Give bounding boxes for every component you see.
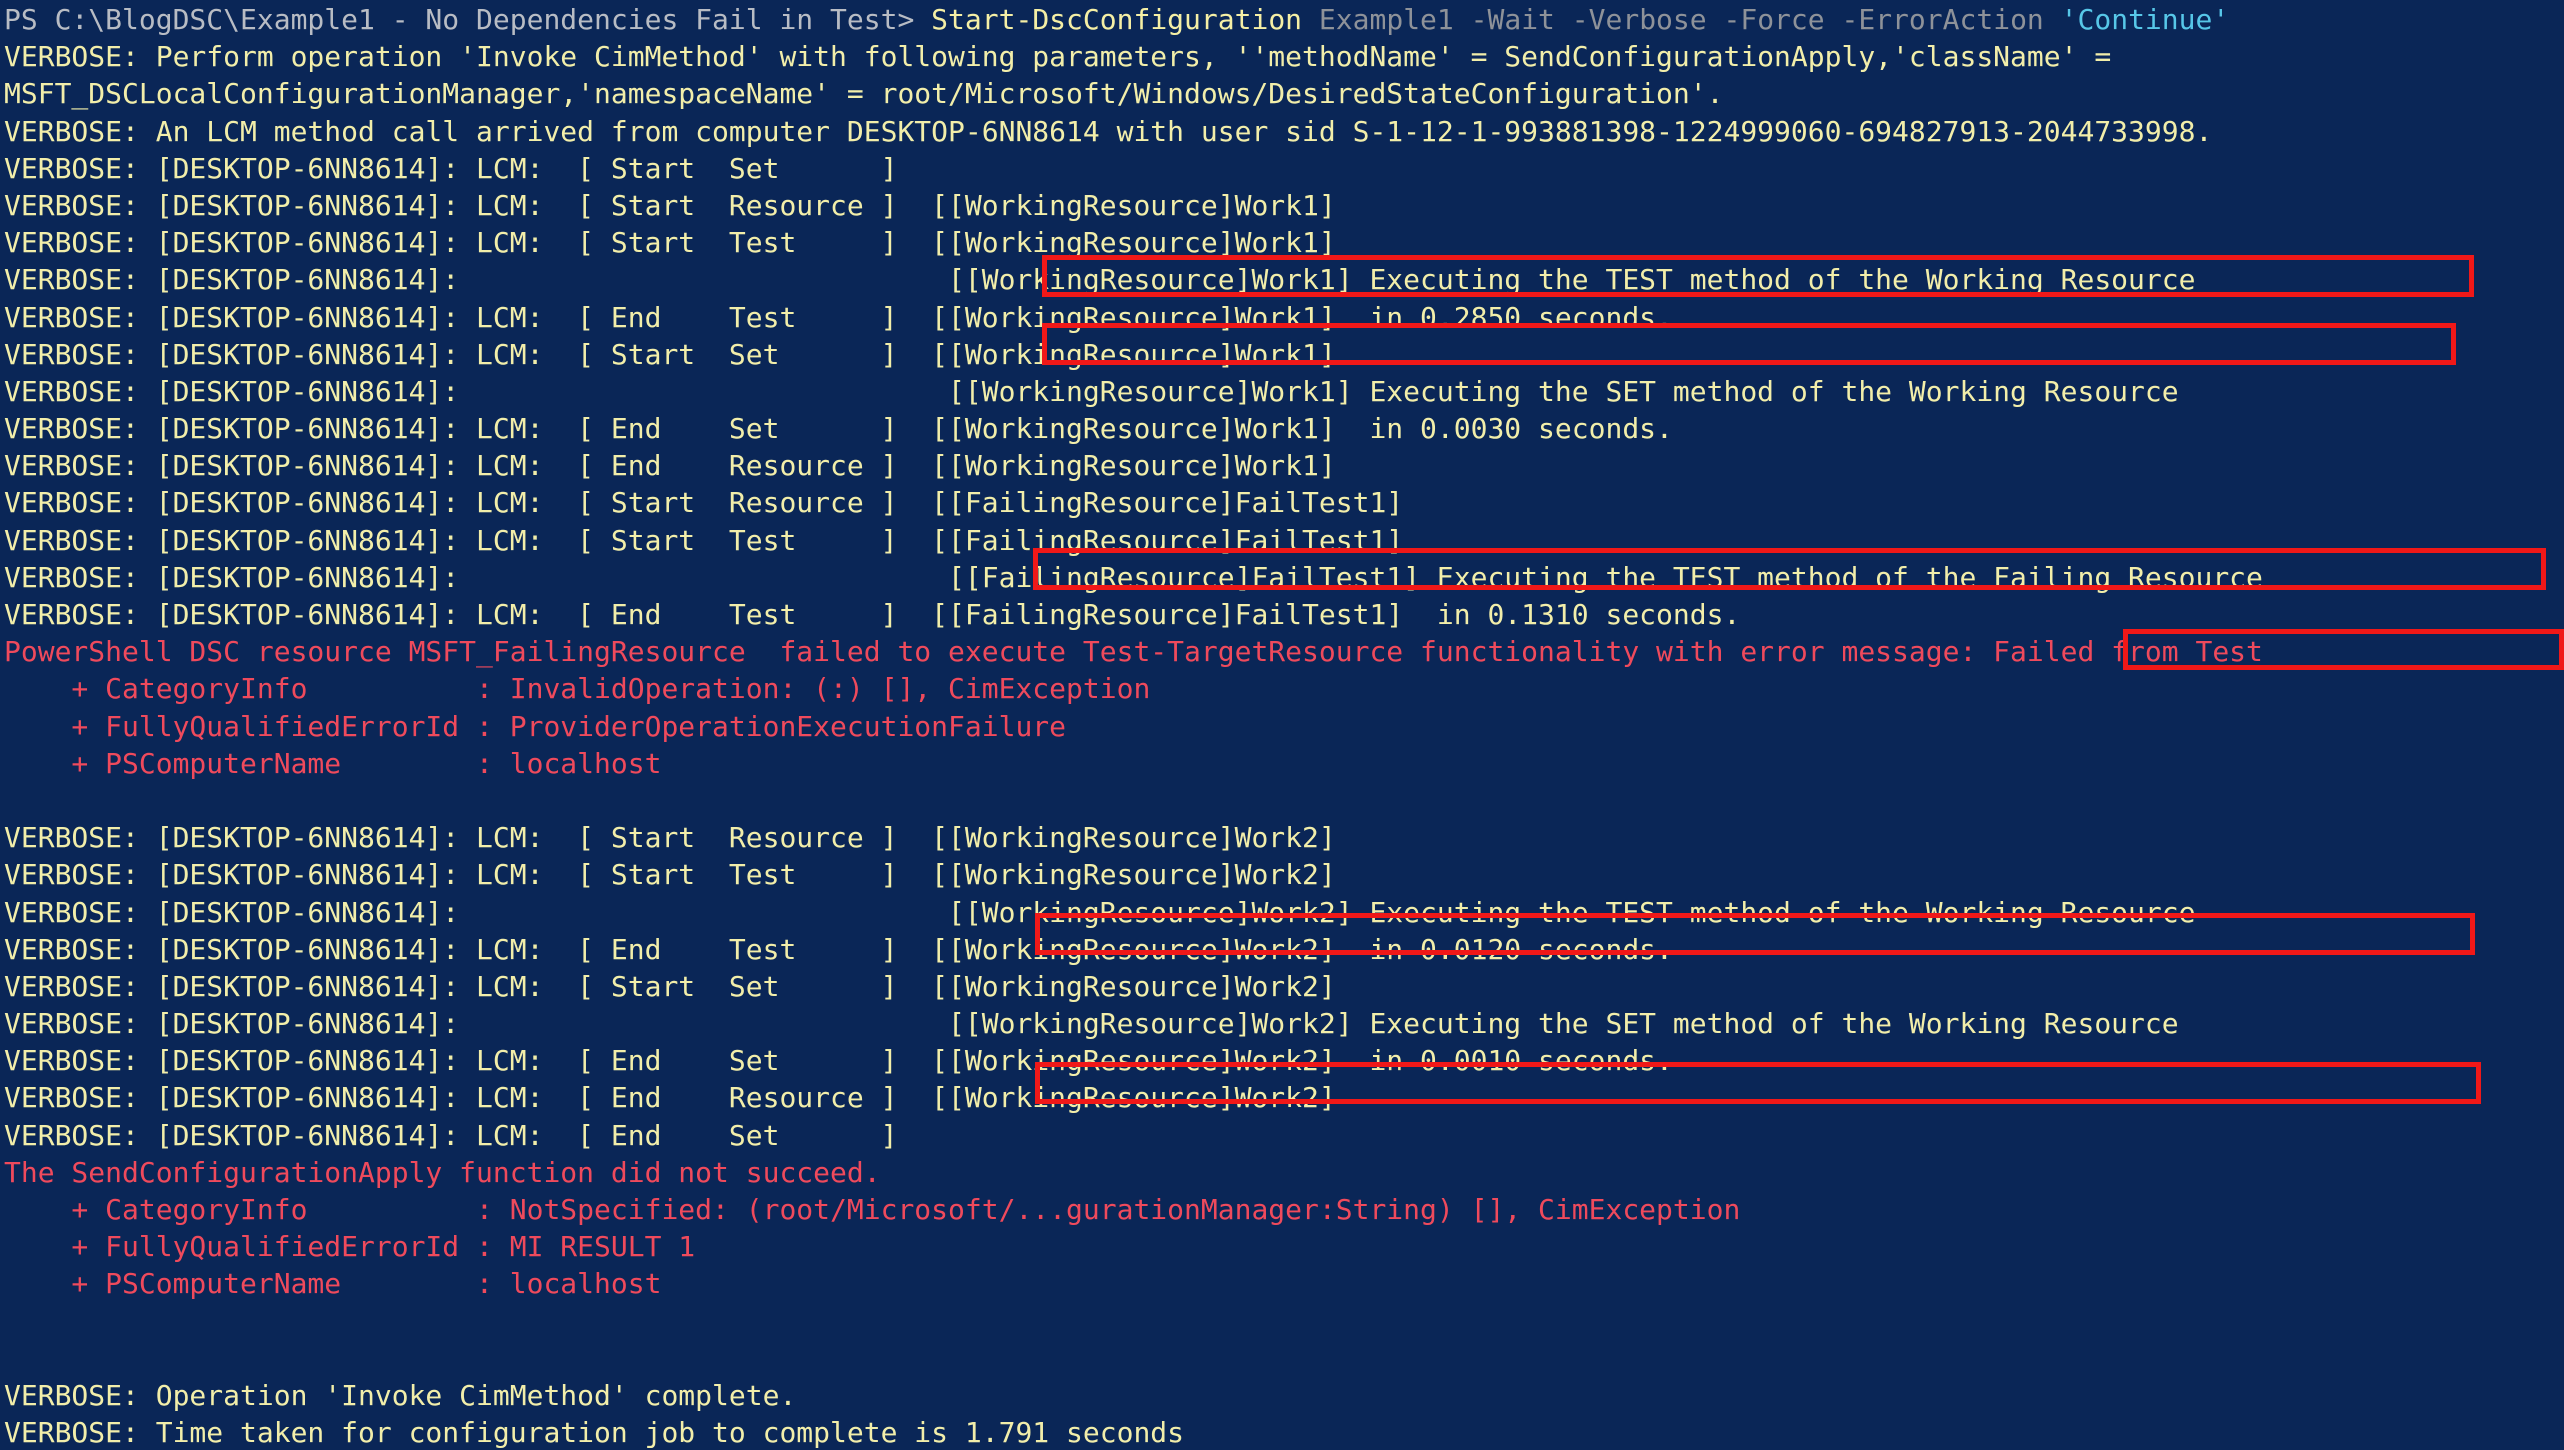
- line-28-verbose: VERBOSE: [DESKTOP-6NN8614]: LCM: [ End S…: [4, 1042, 2263, 1079]
- line-12-verbose-text: VERBOSE: [DESKTOP-6NN8614]: LCM: [ End R…: [4, 449, 1336, 483]
- line-36-blank-text: [4, 1342, 21, 1375]
- line-07-verbose-text: VERBOSE: [DESKTOP-6NN8614]: [[WorkingRes…: [4, 263, 2196, 297]
- line-14-verbose: VERBOSE: [DESKTOP-6NN8614]: LCM: [ Start…: [4, 522, 2263, 559]
- line-19-error-text: + FullyQualifiedErrorId : ProviderOperat…: [4, 709, 1067, 743]
- line-27-verbose: VERBOSE: [DESKTOP-6NN8614]: [[WorkingRes…: [4, 1005, 2263, 1042]
- line-13-verbose: VERBOSE: [DESKTOP-6NN8614]: LCM: [ Start…: [4, 484, 2263, 521]
- line-04-verbose-text: VERBOSE: [DESKTOP-6NN8614]: LCM: [ Start…: [4, 151, 898, 185]
- line-38-verbose-text: VERBOSE: Time taken for configuration jo…: [4, 1416, 1185, 1450]
- line-24-verbose: VERBOSE: [DESKTOP-6NN8614]: [[WorkingRes…: [4, 894, 2263, 931]
- line-21-blank-text: [4, 784, 21, 817]
- line-32-error: + CategoryInfo : NotSpecified: (root/Mic…: [4, 1191, 2263, 1228]
- line-22-verbose: VERBOSE: [DESKTOP-6NN8614]: LCM: [ Start…: [4, 819, 2263, 856]
- line-00-prompt-text: Start-DscConfiguration: [931, 3, 1303, 36]
- line-24-verbose-text: VERBOSE: [DESKTOP-6NN8614]: [[WorkingRes…: [4, 895, 2196, 929]
- line-09-verbose-text: VERBOSE: [DESKTOP-6NN8614]: LCM: [ Start…: [4, 337, 1336, 371]
- line-31-error-text: The SendConfigurationApply function did …: [4, 1155, 881, 1189]
- line-10-verbose: VERBOSE: [DESKTOP-6NN8614]: [[WorkingRes…: [4, 373, 2263, 410]
- line-35-blank-text: [4, 1305, 21, 1338]
- line-29-verbose-text: VERBOSE: [DESKTOP-6NN8614]: LCM: [ End R…: [4, 1081, 1336, 1115]
- line-21-blank: [4, 782, 2263, 819]
- powershell-console-window[interactable]: PS C:\BlogDSC\Example1 - No Dependencies…: [0, 0, 2564, 1450]
- line-33-error-text: + FullyQualifiedErrorId : MI RESULT 1: [4, 1230, 696, 1264]
- line-38-verbose: VERBOSE: Time taken for configuration jo…: [4, 1414, 2263, 1450]
- line-26-verbose-text: VERBOSE: [DESKTOP-6NN8614]: LCM: [ Start…: [4, 969, 1336, 1003]
- line-15-verbose: VERBOSE: [DESKTOP-6NN8614]: [[FailingRes…: [4, 559, 2263, 596]
- line-20-error: + PSComputerName : localhost: [4, 745, 2263, 782]
- line-23-verbose: VERBOSE: [DESKTOP-6NN8614]: LCM: [ Start…: [4, 856, 2263, 893]
- line-26-verbose: VERBOSE: [DESKTOP-6NN8614]: LCM: [ Start…: [4, 968, 2263, 1005]
- line-10-verbose-text: VERBOSE: [DESKTOP-6NN8614]: [[WorkingRes…: [4, 374, 2179, 408]
- line-16-verbose-text: VERBOSE: [DESKTOP-6NN8614]: LCM: [ End T…: [4, 598, 1741, 631]
- line-17-error-text: PowerShell DSC resource MSFT_FailingReso…: [4, 635, 2263, 669]
- line-00-prompt-text: PS C:\BlogDSC\Example1 - No Dependencies…: [4, 3, 932, 36]
- line-28-verbose-text: VERBOSE: [DESKTOP-6NN8614]: LCM: [ End S…: [4, 1044, 1673, 1078]
- line-25-verbose-text: VERBOSE: [DESKTOP-6NN8614]: LCM: [ End T…: [4, 932, 1673, 966]
- line-09-verbose: VERBOSE: [DESKTOP-6NN8614]: LCM: [ Start…: [4, 336, 2263, 373]
- line-02-verbose-text: MSFT_DSCLocalConfigurationManager,'names…: [4, 77, 1724, 111]
- line-00-prompt-text: 'Continue': [2060, 3, 2230, 36]
- line-03-verbose: VERBOSE: An LCM method call arrived from…: [4, 113, 2263, 150]
- line-14-verbose-text: VERBOSE: [DESKTOP-6NN8614]: LCM: [ Start…: [4, 523, 1404, 557]
- line-37-verbose-text: VERBOSE: Operation 'Invoke CimMethod' co…: [4, 1378, 797, 1412]
- line-15-verbose-text: VERBOSE: [DESKTOP-6NN8614]: [[FailingRes…: [4, 560, 2263, 594]
- line-27-verbose-text: VERBOSE: [DESKTOP-6NN8614]: [[WorkingRes…: [4, 1007, 2179, 1041]
- line-02-verbose: MSFT_DSCLocalConfigurationManager,'names…: [4, 75, 2263, 112]
- line-00-prompt-text: -Wait -Verbose -Force -ErrorAction: [1470, 3, 2061, 36]
- line-06-verbose-text: VERBOSE: [DESKTOP-6NN8614]: LCM: [ Start…: [4, 226, 1336, 260]
- line-01-verbose-text: VERBOSE: Perform operation 'Invoke CimMe…: [4, 40, 2112, 74]
- line-05-verbose: VERBOSE: [DESKTOP-6NN8614]: LCM: [ Start…: [4, 187, 2263, 224]
- line-29-verbose: VERBOSE: [DESKTOP-6NN8614]: LCM: [ End R…: [4, 1079, 2263, 1116]
- line-20-error-text: + PSComputerName : localhost: [4, 746, 662, 780]
- line-34-error: + PSComputerName : localhost: [4, 1265, 2263, 1302]
- line-31-error: The SendConfigurationApply function did …: [4, 1154, 2263, 1191]
- line-23-verbose-text: VERBOSE: [DESKTOP-6NN8614]: LCM: [ Start…: [4, 858, 1336, 892]
- line-36-blank: [4, 1340, 2263, 1377]
- line-17-error: PowerShell DSC resource MSFT_FailingReso…: [4, 633, 2263, 670]
- line-19-error: + FullyQualifiedErrorId : ProviderOperat…: [4, 708, 2263, 745]
- line-18-error-text: + CategoryInfo : InvalidOperation: (:) […: [4, 672, 1151, 706]
- line-04-verbose: VERBOSE: [DESKTOP-6NN8614]: LCM: [ Start…: [4, 150, 2263, 187]
- line-00-prompt-text: Example1: [1302, 3, 1471, 36]
- line-06-verbose: VERBOSE: [DESKTOP-6NN8614]: LCM: [ Start…: [4, 224, 2263, 261]
- line-30-verbose: VERBOSE: [DESKTOP-6NN8614]: LCM: [ End S…: [4, 1117, 2263, 1154]
- line-30-verbose-text: VERBOSE: [DESKTOP-6NN8614]: LCM: [ End S…: [4, 1118, 898, 1152]
- line-35-blank: [4, 1303, 2263, 1340]
- line-34-error-text: + PSComputerName : localhost: [4, 1267, 662, 1301]
- line-33-error: + FullyQualifiedErrorId : MI RESULT 1: [4, 1228, 2263, 1265]
- line-12-verbose: VERBOSE: [DESKTOP-6NN8614]: LCM: [ End R…: [4, 447, 2263, 484]
- line-03-verbose-text: VERBOSE: An LCM method call arrived from…: [4, 114, 2213, 148]
- line-07-verbose: VERBOSE: [DESKTOP-6NN8614]: [[WorkingRes…: [4, 261, 2263, 298]
- line-01-verbose: VERBOSE: Perform operation 'Invoke CimMe…: [4, 38, 2263, 75]
- line-00-prompt: PS C:\BlogDSC\Example1 - No Dependencies…: [4, 1, 2263, 38]
- console-output: PS C:\BlogDSC\Example1 - No Dependencies…: [4, 1, 2263, 1450]
- line-11-verbose: VERBOSE: [DESKTOP-6NN8614]: LCM: [ End S…: [4, 410, 2263, 447]
- line-11-verbose-text: VERBOSE: [DESKTOP-6NN8614]: LCM: [ End S…: [4, 412, 1673, 446]
- line-32-error-text: + CategoryInfo : NotSpecified: (root/Mic…: [4, 1193, 1741, 1226]
- line-22-verbose-text: VERBOSE: [DESKTOP-6NN8614]: LCM: [ Start…: [4, 821, 1336, 855]
- line-08-verbose: VERBOSE: [DESKTOP-6NN8614]: LCM: [ End T…: [4, 299, 2263, 336]
- line-37-verbose: VERBOSE: Operation 'Invoke CimMethod' co…: [4, 1377, 2263, 1414]
- line-08-verbose-text: VERBOSE: [DESKTOP-6NN8614]: LCM: [ End T…: [4, 300, 1673, 334]
- line-18-error: + CategoryInfo : InvalidOperation: (:) […: [4, 670, 2263, 707]
- line-05-verbose-text: VERBOSE: [DESKTOP-6NN8614]: LCM: [ Start…: [4, 188, 1336, 222]
- line-25-verbose: VERBOSE: [DESKTOP-6NN8614]: LCM: [ End T…: [4, 931, 2263, 968]
- line-16-verbose: VERBOSE: [DESKTOP-6NN8614]: LCM: [ End T…: [4, 596, 2263, 633]
- line-13-verbose-text: VERBOSE: [DESKTOP-6NN8614]: LCM: [ Start…: [4, 486, 1404, 520]
